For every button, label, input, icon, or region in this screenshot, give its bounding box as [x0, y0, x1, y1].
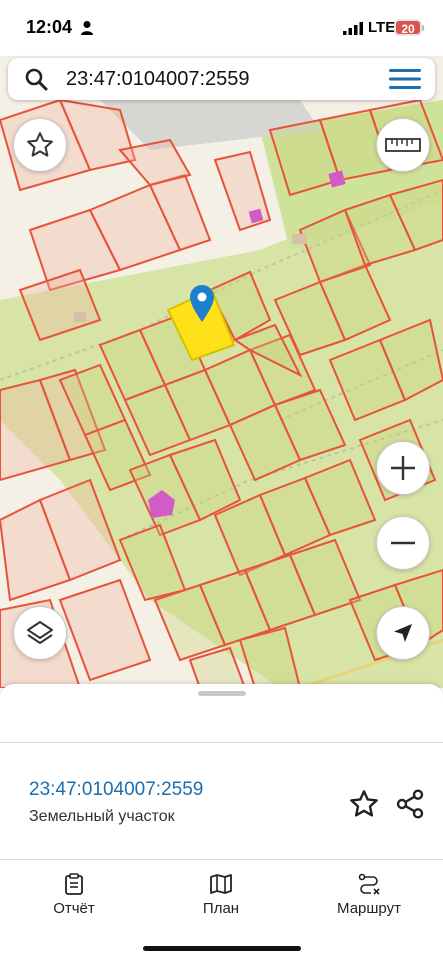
info-sheet[interactable]: 23:47:0104007:2559 Земельный участок Отч… — [0, 684, 443, 960]
tab-report[interactable]: Отчёт — [19, 873, 129, 917]
zoom-in-button[interactable] — [376, 441, 430, 495]
cadastral-number[interactable]: 23:47:0104007:2559 — [29, 779, 203, 801]
star-icon[interactable] — [348, 788, 380, 820]
divider — [0, 859, 443, 860]
clipboard-icon — [65, 873, 83, 895]
favorite-button[interactable] — [13, 118, 67, 172]
tab-route-label: Маршрут — [337, 900, 401, 917]
location-arrow-icon — [394, 624, 412, 642]
zoom-out-button[interactable] — [376, 516, 430, 570]
divider — [0, 742, 443, 743]
signal-icon — [343, 22, 363, 35]
layers-button[interactable] — [13, 606, 67, 660]
tab-plan[interactable]: План — [166, 873, 276, 917]
tab-report-label: Отчёт — [53, 900, 95, 917]
my-location-button[interactable] — [376, 606, 430, 660]
tab-route[interactable]: Маршрут — [314, 873, 424, 917]
network-type: LTE — [368, 19, 396, 36]
person-icon — [81, 21, 93, 35]
object-type-label: Земельный участок — [29, 808, 175, 825]
zoom-out-icon — [391, 541, 415, 545]
search-bar[interactable]: 23:47:0104007:2559 — [8, 58, 435, 100]
search-icon[interactable] — [24, 67, 48, 91]
menu-icon[interactable] — [389, 68, 421, 90]
sheet-drag-handle[interactable] — [198, 691, 246, 696]
share-icon[interactable] — [394, 788, 426, 820]
map-view[interactable] — [0, 0, 443, 688]
zoom-in-icon — [391, 456, 415, 480]
map-icon — [210, 874, 232, 894]
ruler-button[interactable] — [376, 118, 430, 172]
search-input[interactable]: 23:47:0104007:2559 — [66, 68, 250, 91]
star-icon — [27, 132, 53, 157]
route-icon — [358, 873, 380, 895]
battery-indicator: 20 — [394, 19, 424, 36]
layers-icon — [27, 621, 53, 644]
status-bar: 12:04 LTE 20 — [0, 0, 443, 56]
tab-plan-label: План — [202, 900, 240, 917]
ruler-icon — [385, 138, 421, 152]
status-time: 12:04 — [26, 17, 73, 37]
home-indicator[interactable] — [143, 946, 301, 951]
